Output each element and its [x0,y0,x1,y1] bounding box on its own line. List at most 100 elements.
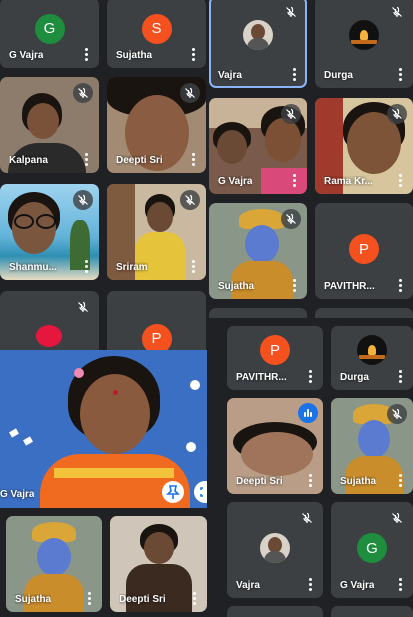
participant-tile[interactable] [209,308,307,318]
mic-off-icon [297,508,317,528]
participant-name: Vajra [236,580,260,591]
more-options-icon[interactable] [305,474,315,488]
participant-tile[interactable]: Deepti Sri [107,77,206,173]
participant-tile[interactable]: P PAVITHR... [227,326,323,390]
rose-icon [36,325,62,347]
participant-avatar: G [357,533,387,564]
meet-window-right: Vajra Durga G Vajra Rama Kr... Sujatha P… [207,0,413,318]
participant-name: Durga [340,372,369,383]
more-options-icon[interactable] [395,279,405,293]
deity-image [24,574,84,612]
bindi-icon [113,390,118,395]
participant-tile[interactable]: G G Vajra [331,502,413,598]
more-options-icon[interactable] [305,370,315,384]
participant-tile[interactable]: Shanmu... [0,184,99,280]
more-options-icon[interactable] [81,153,91,167]
more-options-icon[interactable] [395,474,405,488]
participant-tile[interactable]: G Vajra [209,98,307,194]
participant-tile[interactable]: Kalpana [0,77,99,173]
participant-name: Shanmu... [9,262,57,273]
more-options-icon[interactable] [289,174,299,188]
flower-icon [74,368,84,378]
mic-off-icon [387,404,407,424]
wall-decoration [190,380,200,390]
wall-decoration [23,436,33,446]
participant-avatar: S [141,13,172,44]
mic-off-icon [387,2,407,22]
video-figure [144,532,174,564]
participant-tile[interactable] [0,291,99,350]
participant-tile[interactable]: P [107,291,206,350]
video-figure [265,118,301,162]
meet-window-left: G G Vajra S Sujatha Kalpana Deepti Sri S… [0,0,207,350]
more-options-icon[interactable] [189,592,199,606]
participant-tile[interactable]: Durga [315,0,413,88]
participant-avatar [260,533,290,564]
participant-name: Deepti Sri [119,594,166,605]
mic-off-icon [281,104,301,124]
video-figure [80,374,150,454]
participant-tile[interactable]: Deepti Sri [110,516,207,612]
participant-name: G Vajra [0,489,35,500]
participant-name: PAVITHR... [324,281,375,292]
participant-tile[interactable]: Vajra [209,0,307,88]
pin-icon[interactable] [162,481,184,503]
more-options-icon[interactable] [188,153,198,167]
mic-off-icon [281,2,301,22]
participant-name: Sujatha [15,594,52,605]
participant-name: Sujatha [116,50,153,61]
participant-tile[interactable]: Durga [331,326,413,390]
participant-tile[interactable]: S Sujatha [107,0,206,68]
participant-avatar [357,335,387,366]
mic-off-icon [73,297,93,317]
more-options-icon[interactable] [188,48,198,62]
participant-name: Durga [324,70,353,81]
meet-window-lower-right: P PAVITHR... Durga Deepti Sri Sujatha Va… [207,318,413,617]
more-options-icon[interactable] [289,68,299,82]
participant-tile[interactable]: Sujatha [331,398,413,494]
participant-name: Deepti Sri [116,155,163,166]
participant-tile[interactable] [331,606,413,617]
more-options-icon[interactable] [188,260,198,274]
video-figure [147,202,173,232]
audio-level-icon [298,403,318,423]
participant-name: Kalpana [9,155,48,166]
participant-tile[interactable]: Sriram [107,184,206,280]
more-options-icon[interactable] [395,68,405,82]
participant-name: Deepti Sri [236,476,283,487]
more-options-icon[interactable] [395,578,405,592]
participant-avatar: P [260,335,290,366]
participant-tile[interactable] [227,606,323,617]
more-options-icon[interactable] [81,48,91,62]
participant-name: PAVITHR... [236,372,287,383]
participant-tile[interactable]: P PAVITHR... [315,203,413,299]
glasses-icon [12,214,56,229]
mic-off-icon [180,190,200,210]
participant-tile[interactable]: Rama Kr... [315,98,413,194]
wall-decoration [9,428,19,438]
more-options-icon[interactable] [289,279,299,293]
participant-tile[interactable] [315,308,413,318]
deity-image [231,261,293,299]
mic-off-icon [73,83,93,103]
more-options-icon[interactable] [395,174,405,188]
more-options-icon[interactable] [305,578,315,592]
participant-tile[interactable]: Sujatha [209,203,307,299]
deity-image [37,538,71,576]
participant-avatar [243,19,273,50]
participant-tile[interactable]: Vajra [227,502,323,598]
video-figure [261,168,307,194]
participant-name: Sujatha [340,476,377,487]
participant-tile[interactable]: Deepti Sri [227,398,323,494]
mic-off-icon [180,83,200,103]
participant-tile[interactable]: Sujatha [6,516,102,612]
more-options-icon[interactable] [395,370,405,384]
participant-name: Vajra [218,70,242,81]
spotlight-video[interactable]: G Vajra [0,350,207,508]
more-options-icon[interactable] [84,592,94,606]
participant-tile[interactable]: G G Vajra [0,0,99,68]
mic-off-icon [387,104,407,124]
mic-off-icon [387,508,407,528]
more-options-icon[interactable] [81,260,91,274]
fullscreen-icon[interactable] [194,481,207,503]
